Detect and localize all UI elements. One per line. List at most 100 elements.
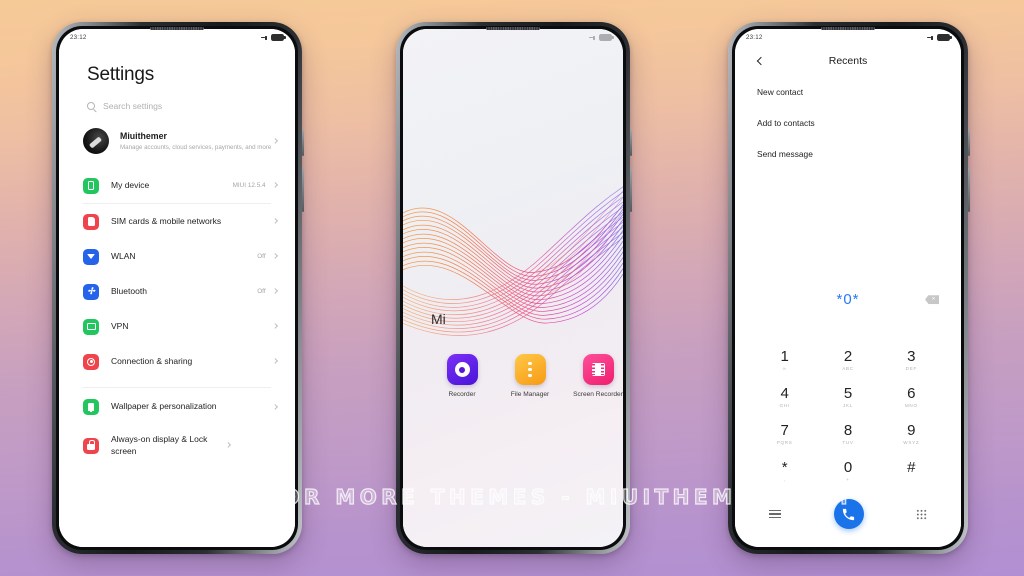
chevron-right-icon <box>271 358 278 365</box>
screen-recorder-icon <box>582 354 614 385</box>
key-digit: 9 <box>907 422 916 439</box>
item-label: Always-on display & Lock screen <box>111 434 208 456</box>
account-name: Miuithemer <box>120 131 167 141</box>
chevron-right-icon <box>271 182 278 189</box>
wallpaper-ribbon-graphic <box>403 186 623 336</box>
call-icon[interactable] <box>833 499 864 529</box>
keypad-icon[interactable] <box>916 508 927 520</box>
key-sub: TUV <box>842 440 854 445</box>
battery-icon <box>271 34 286 41</box>
item-label: Wallpaper & personalization <box>111 401 217 412</box>
back-arrow-icon[interactable] <box>756 56 766 66</box>
app-label: Screen Recorder <box>573 391 623 398</box>
item-label: VPN <box>111 320 129 331</box>
phone-settings: 23:12 Settings Search settings Miuitheme… <box>52 22 304 554</box>
sidebar-item-always-on-display[interactable]: Always-on display & Lock screen <box>59 425 295 467</box>
dialer-dock <box>735 499 961 529</box>
app-label: Recorder <box>448 391 476 398</box>
key-2[interactable]: 2 ABC <box>816 341 879 378</box>
chevron-right-icon <box>271 403 278 411</box>
sidebar-item-my-device[interactable]: My device MIUI 12.5.4 <box>59 168 295 203</box>
page-title: Recents <box>828 55 868 67</box>
key-7[interactable]: 7 PQRS <box>753 415 816 452</box>
sidebar-item-connection-sharing[interactable]: Connection & sharing <box>59 344 295 379</box>
account-row[interactable]: Miuithemer Manage accounts, cloud servic… <box>59 111 295 168</box>
app-recorder[interactable]: Recorder <box>437 354 487 400</box>
menu-item-send-message[interactable]: Send message <box>735 138 961 169</box>
bluetooth-icon: ✢ <box>83 283 99 300</box>
key-sub: DEF <box>905 366 917 371</box>
key-digit: 7 <box>780 422 789 439</box>
chevron-right-icon <box>271 323 278 330</box>
dialer-header: Recents <box>735 46 961 76</box>
sidebar-item-sim-cards[interactable]: SIM cards & mobile networks <box>59 204 295 239</box>
item-label: SIM cards & mobile networks <box>111 215 222 226</box>
menu-item-add-to-contacts[interactable]: Add to contacts <box>735 107 961 138</box>
sidebar-item-vpn[interactable]: VPN <box>59 309 295 344</box>
phone-icon <box>83 177 99 194</box>
key-sub: ABC <box>842 366 854 371</box>
key-9[interactable]: 9 WXYZ <box>880 415 943 452</box>
key-digit: 0 <box>843 459 853 476</box>
app-label: File Manager <box>510 391 550 398</box>
key-sub: ∞ <box>782 366 787 371</box>
earpiece-speaker <box>486 27 540 30</box>
dialed-number: *0* <box>836 291 860 308</box>
key-8[interactable]: 8 TUV <box>816 415 879 452</box>
key-4[interactable]: 4 GHI <box>753 378 816 415</box>
item-label: WLAN <box>111 250 136 261</box>
wallpaper: Mi Recorder File Manager Screen Recorder <box>403 29 623 547</box>
key-6[interactable]: 6 MNO <box>880 378 943 415</box>
signal-icon <box>927 35 934 40</box>
backspace-icon[interactable]: × <box>925 294 939 305</box>
key-digit: 4 <box>780 385 789 402</box>
key-1[interactable]: 1 ∞ <box>753 341 816 378</box>
key-digit: * <box>781 459 788 476</box>
key-sub: MNO <box>904 403 918 408</box>
phone-dialer: 23:12 Recents New contact Add to contact… <box>728 22 970 554</box>
key-sub: WXYZ <box>903 440 920 445</box>
key-star[interactable]: *, <box>753 452 816 489</box>
key-digit: 1 <box>780 348 789 365</box>
key-sub: JKL <box>842 403 853 408</box>
chevron-right-icon <box>225 442 232 449</box>
key-0[interactable]: 0 + <box>816 452 879 489</box>
search-placeholder: Search settings <box>103 101 163 111</box>
menu-item-new-contact[interactable]: New contact <box>735 76 961 107</box>
dialer-screen: 23:12 Recents New contact Add to contact… <box>735 29 961 547</box>
search-input[interactable]: Search settings <box>59 86 295 111</box>
key-hash[interactable]: # <box>880 452 943 489</box>
app-screen-recorder[interactable]: Screen Recorder <box>573 354 623 400</box>
call-glyph <box>842 508 855 520</box>
key-sub: GHI <box>779 403 790 408</box>
status-bar: 23:12 <box>59 29 295 46</box>
key-digit: 6 <box>907 385 916 402</box>
item-value: Off <box>257 288 266 295</box>
menu-icon[interactable] <box>769 509 781 519</box>
wifi-icon <box>83 248 99 265</box>
folder-label: Mi <box>431 311 446 327</box>
status-bar: 23:12 <box>735 29 961 46</box>
search-icon <box>87 102 95 110</box>
sidebar-item-wallpaper[interactable]: Wallpaper & personalization <box>59 388 295 425</box>
key-sub: + <box>846 477 850 482</box>
sidebar-item-wlan[interactable]: WLAN Off <box>59 239 295 274</box>
key-3[interactable]: 3 DEF <box>880 341 943 378</box>
item-label: Bluetooth <box>111 285 147 296</box>
battery-icon <box>937 34 952 41</box>
signal-icon <box>261 35 268 40</box>
phone-home: Mi Recorder File Manager Screen Recorder <box>396 22 632 554</box>
status-time: 23:12 <box>746 34 763 41</box>
key-digit: 2 <box>843 348 853 365</box>
recorder-icon <box>446 354 478 385</box>
chevron-right-icon <box>271 137 278 145</box>
screenshot-canvas: 23:12 Settings Search settings Miuitheme… <box>0 0 1024 576</box>
avatar <box>83 128 109 154</box>
settings-screen: 23:12 Settings Search settings Miuitheme… <box>59 29 295 547</box>
sidebar-item-bluetooth[interactable]: ✢ Bluetooth Off <box>59 274 295 309</box>
app-file-manager[interactable]: File Manager <box>505 354 555 400</box>
key-5[interactable]: 5 JKL <box>816 378 879 415</box>
key-digit: 8 <box>843 422 853 439</box>
share-icon <box>83 353 99 370</box>
app-grid: Recorder File Manager Screen Recorder <box>403 354 623 400</box>
